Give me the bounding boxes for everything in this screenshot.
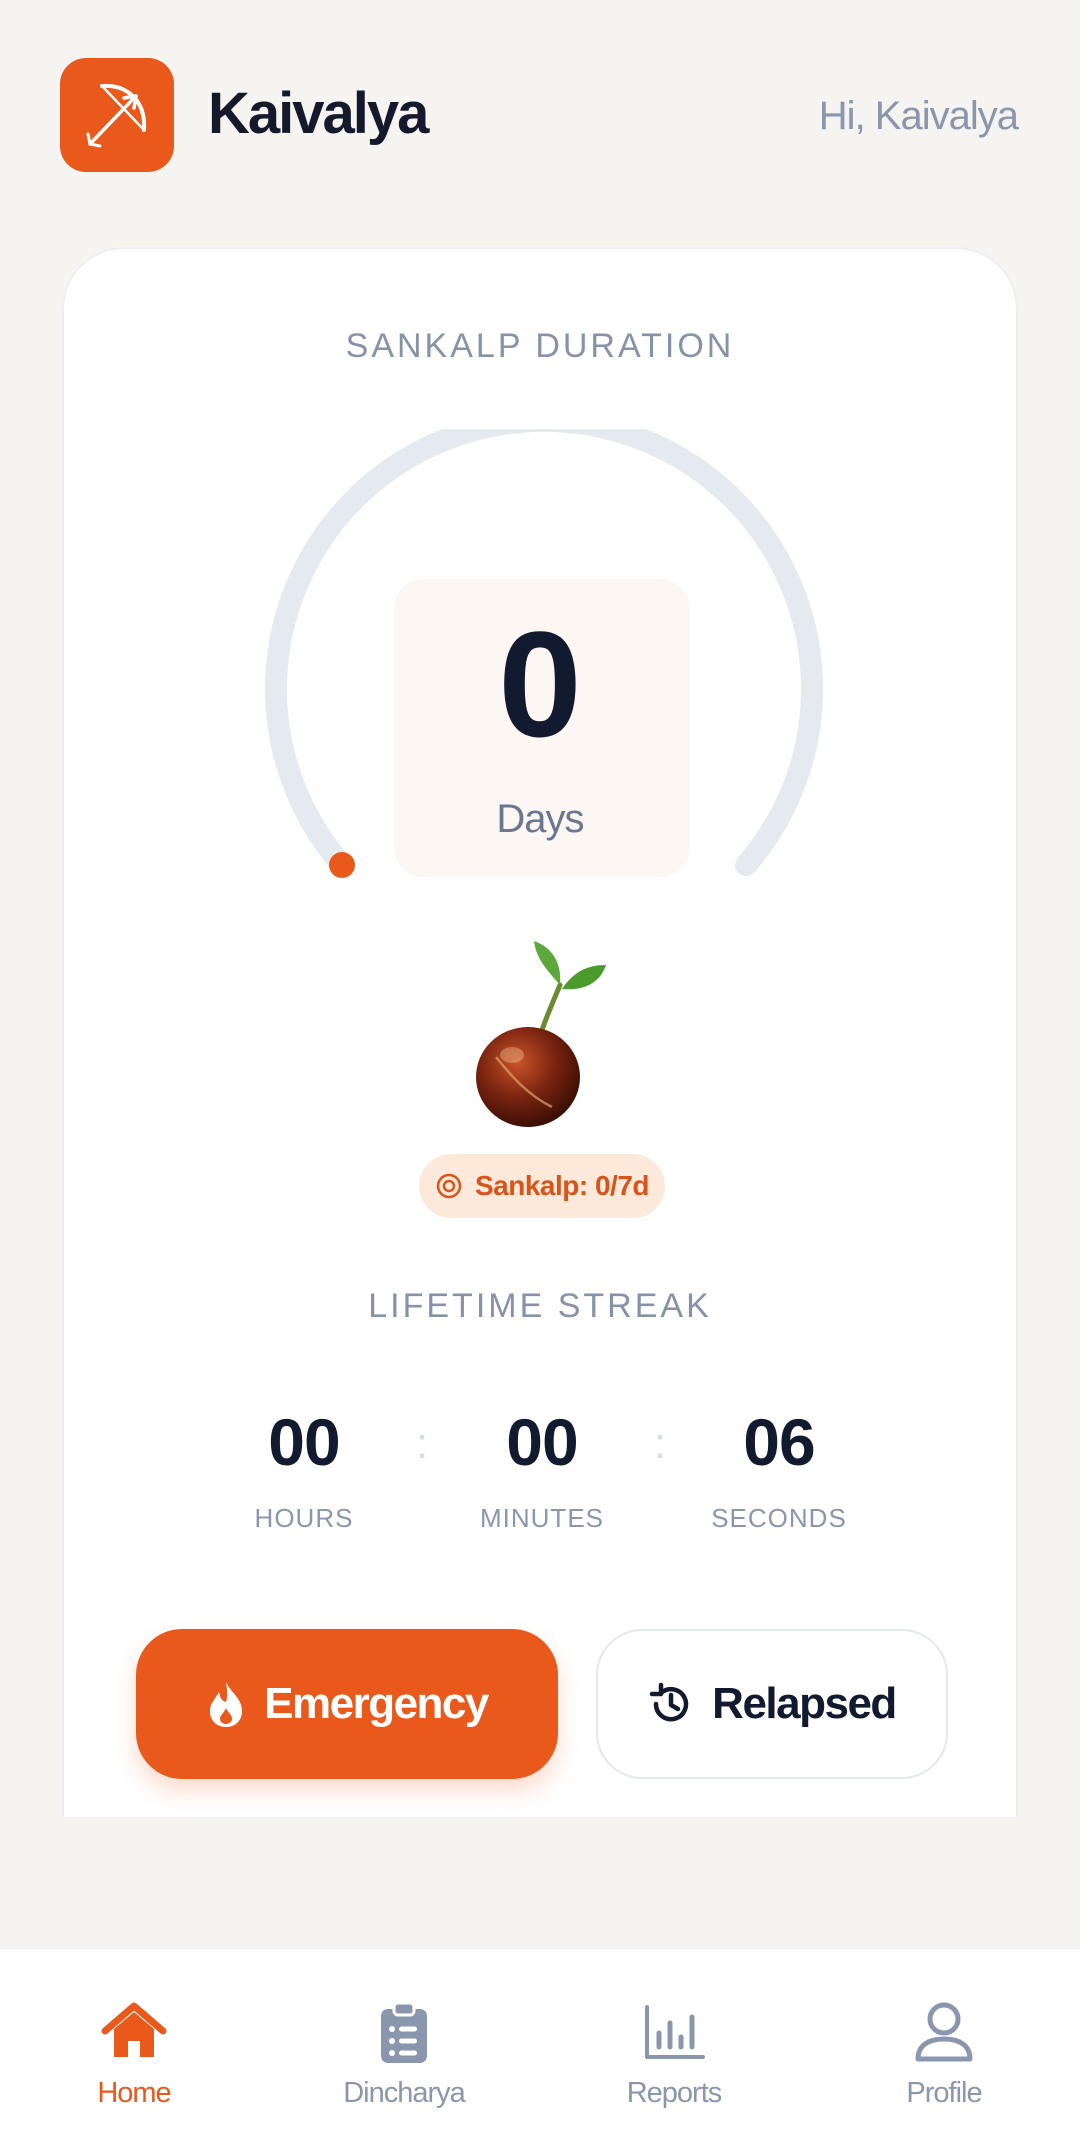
bottom-navigation: Home Dincharya Reports Profile xyxy=(0,1948,1080,2155)
gauge-progress-dot xyxy=(329,852,355,878)
emergency-button-label: Emergency xyxy=(264,1679,489,1728)
target-icon xyxy=(436,1173,462,1199)
seconds-value: 06 xyxy=(743,1405,815,1479)
seconds-block: 06 SECONDS xyxy=(679,1409,879,1534)
user-icon xyxy=(915,2002,973,2062)
history-icon xyxy=(649,1682,689,1722)
emergency-button[interactable]: Emergency xyxy=(136,1629,558,1779)
seed-sprout-icon xyxy=(476,941,606,1127)
nav-item-reports[interactable]: Reports xyxy=(574,1999,774,2129)
sankalp-badge-text: Sankalp: 0/7d xyxy=(474,1170,650,1201)
nav-label-home: Home xyxy=(97,2077,171,2109)
timer-separator: : xyxy=(416,1419,429,1468)
streak-card: SANKALP DURATION 0 Days Sankalp: 0/7d LI… xyxy=(62,247,1018,1817)
user-greeting: Hi, Kaivalya xyxy=(818,94,1019,138)
sankalp-duration-title: SANKALP DURATION xyxy=(345,327,735,365)
minutes-block: 00 MINUTES xyxy=(442,1409,642,1534)
nav-item-home[interactable]: Home xyxy=(34,1999,234,2129)
days-label: Days xyxy=(496,797,584,841)
nav-label-profile: Profile xyxy=(906,2077,982,2109)
seconds-label: SECONDS xyxy=(711,1503,847,1533)
clipboard-icon xyxy=(381,2001,427,2063)
nav-item-profile[interactable]: Profile xyxy=(844,1999,1044,2129)
sankalp-badge: Sankalp: 0/7d xyxy=(419,1154,665,1218)
hours-block: 00 HOURS xyxy=(204,1409,404,1534)
lifetime-streak-title: LIFETIME STREAK xyxy=(368,1287,712,1325)
minutes-label: MINUTES xyxy=(480,1503,604,1533)
lifetime-timer: 00 HOURS : 00 MINUTES : 06 SECONDS xyxy=(64,1409,1016,1559)
flame-icon xyxy=(210,1682,243,1727)
relapsed-button-label: Relapsed xyxy=(712,1679,897,1728)
app-title: Kaivalya xyxy=(208,81,429,146)
hours-value: 00 xyxy=(268,1405,340,1479)
bow-arrow-icon xyxy=(86,83,147,148)
hours-label: HOURS xyxy=(254,1503,354,1533)
nav-label-dincharya: Dincharya xyxy=(343,2077,466,2109)
app-logo xyxy=(60,58,174,172)
home-icon xyxy=(101,2002,167,2057)
nav-label-reports: Reports xyxy=(626,2077,723,2109)
minutes-value: 00 xyxy=(506,1405,578,1479)
app-header: Kaivalya Hi, Kaivalya xyxy=(0,0,1080,230)
relapsed-button[interactable]: Relapsed xyxy=(596,1629,948,1779)
days-count: 0 xyxy=(498,600,582,768)
nav-item-dincharya[interactable]: Dincharya xyxy=(304,1999,504,2129)
timer-separator: : xyxy=(654,1419,667,1468)
bar-chart-icon xyxy=(645,2005,705,2059)
